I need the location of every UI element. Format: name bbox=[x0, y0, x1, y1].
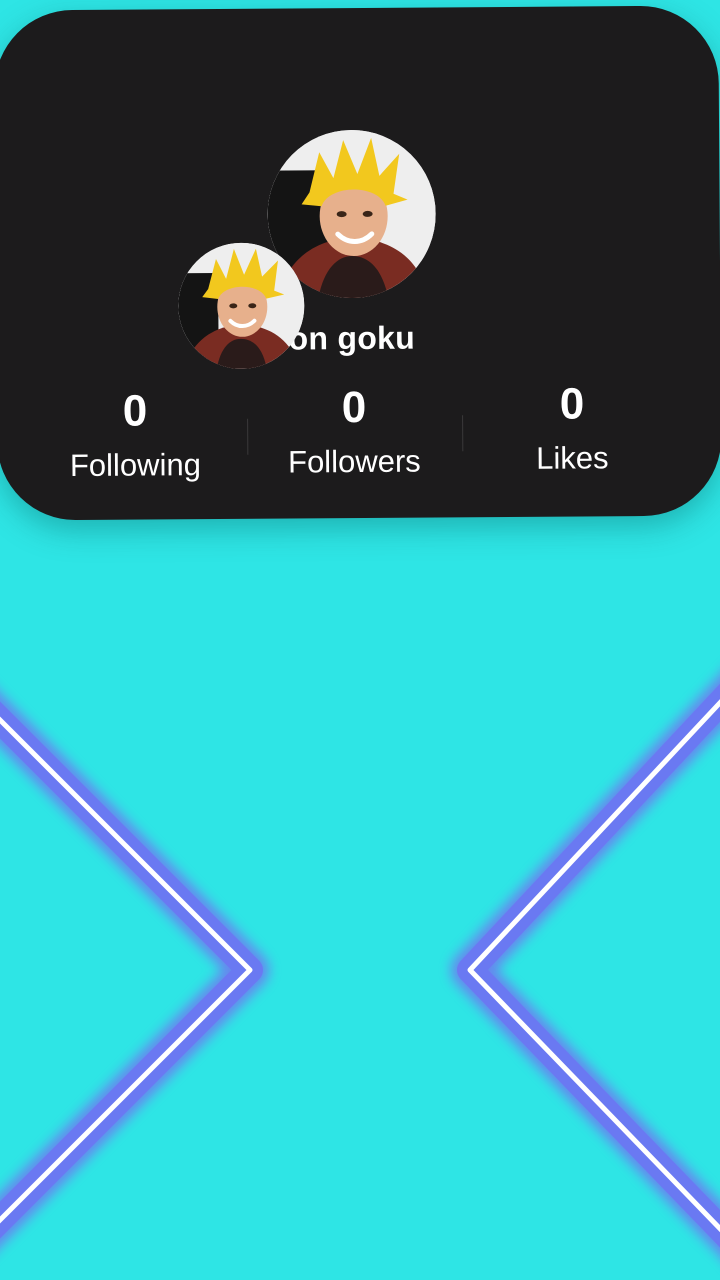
left-chevron-line bbox=[0, 693, 269, 1247]
likes-label: Likes bbox=[536, 440, 609, 476]
following-count: 0 bbox=[122, 386, 148, 436]
profile-photo-icon bbox=[177, 242, 305, 370]
profile-card: on goku 0 Following 0 Followers 0 Likes bbox=[0, 5, 720, 521]
following-label: Following bbox=[69, 447, 201, 484]
stat-followers[interactable]: 0 Followers bbox=[244, 381, 465, 483]
profile-username: on goku bbox=[288, 319, 416, 357]
stat-following[interactable]: 0 Following bbox=[25, 385, 246, 487]
stat-likes[interactable]: 0 Likes bbox=[462, 378, 683, 480]
likes-count: 0 bbox=[559, 379, 585, 429]
profile-avatar-small[interactable] bbox=[177, 242, 305, 370]
right-chevron-line bbox=[451, 674, 720, 1256]
followers-label: Followers bbox=[287, 443, 421, 480]
followers-count: 0 bbox=[341, 382, 367, 433]
